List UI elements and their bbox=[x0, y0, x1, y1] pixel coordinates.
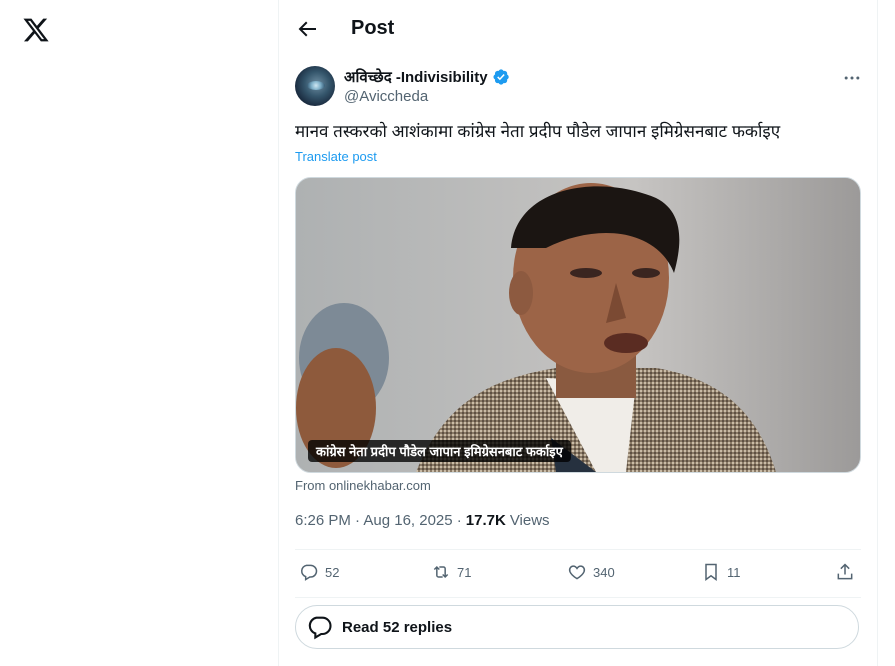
back-arrow-icon[interactable] bbox=[295, 17, 319, 41]
bookmark-icon bbox=[705, 563, 717, 581]
repost-button[interactable]: 71 bbox=[431, 562, 471, 582]
bookmark-button[interactable]: 11 bbox=[701, 562, 741, 582]
author-name-text[interactable]: अविच्छेद -Indivisibility bbox=[344, 67, 488, 87]
more-icon[interactable] bbox=[842, 68, 862, 88]
post-meta: 6:26 PM · Aug 16, 2025 · 17.7K Views bbox=[295, 512, 550, 529]
replies-bubble-icon bbox=[308, 616, 332, 640]
top-bar: Post bbox=[279, 0, 877, 58]
author-handle[interactable]: @Aviccheda bbox=[344, 88, 428, 105]
post-media[interactable]: कांग्रेस नेता प्रदीप पौडेल जापान इमिग्रे… bbox=[295, 177, 861, 473]
divider bbox=[295, 597, 861, 598]
media-caption: कांग्रेस नेता प्रदीप पौडेल जापान इमिग्रे… bbox=[308, 440, 571, 462]
page-title: Post bbox=[351, 17, 395, 39]
like-icon bbox=[568, 565, 586, 580]
verified-badge-icon bbox=[493, 69, 509, 85]
author-name[interactable]: अविच्छेद -Indivisibility bbox=[344, 67, 510, 87]
read-replies-button[interactable]: Read 52 replies bbox=[295, 605, 859, 649]
reply-count: 52 bbox=[325, 564, 340, 580]
post-timestamp[interactable]: 6:26 PM · Aug 16, 2025 · bbox=[295, 512, 462, 529]
reply-icon bbox=[301, 564, 318, 581]
media-photo bbox=[296, 178, 860, 472]
share-icon bbox=[837, 563, 853, 580]
like-count: 340 bbox=[593, 564, 615, 580]
views-count: 17.7K bbox=[465, 512, 506, 529]
repost-icon bbox=[433, 565, 449, 579]
reply-button[interactable]: 52 bbox=[299, 562, 339, 582]
share-button[interactable] bbox=[835, 562, 855, 582]
bookmark-count: 11 bbox=[727, 564, 741, 580]
action-bar: 52 71 340 11 bbox=[295, 552, 861, 596]
post-column: Post अविच्छेद -Indivisibility @Aviccheda… bbox=[278, 0, 878, 666]
divider bbox=[295, 549, 861, 550]
x-logo-icon[interactable] bbox=[22, 16, 50, 44]
read-replies-label: Read 52 replies bbox=[342, 618, 453, 636]
translate-post-link[interactable]: Translate post bbox=[295, 149, 377, 164]
repost-count: 71 bbox=[457, 564, 472, 580]
avatar[interactable] bbox=[295, 66, 335, 106]
left-navigation bbox=[0, 0, 278, 666]
views-label: Views bbox=[509, 512, 550, 529]
like-button[interactable]: 340 bbox=[567, 562, 615, 582]
link-source[interactable]: From onlinekhabar.com bbox=[295, 478, 431, 493]
post-text: मानव तस्करको आशंकामा कांग्रेस नेता प्रदी… bbox=[295, 122, 781, 141]
